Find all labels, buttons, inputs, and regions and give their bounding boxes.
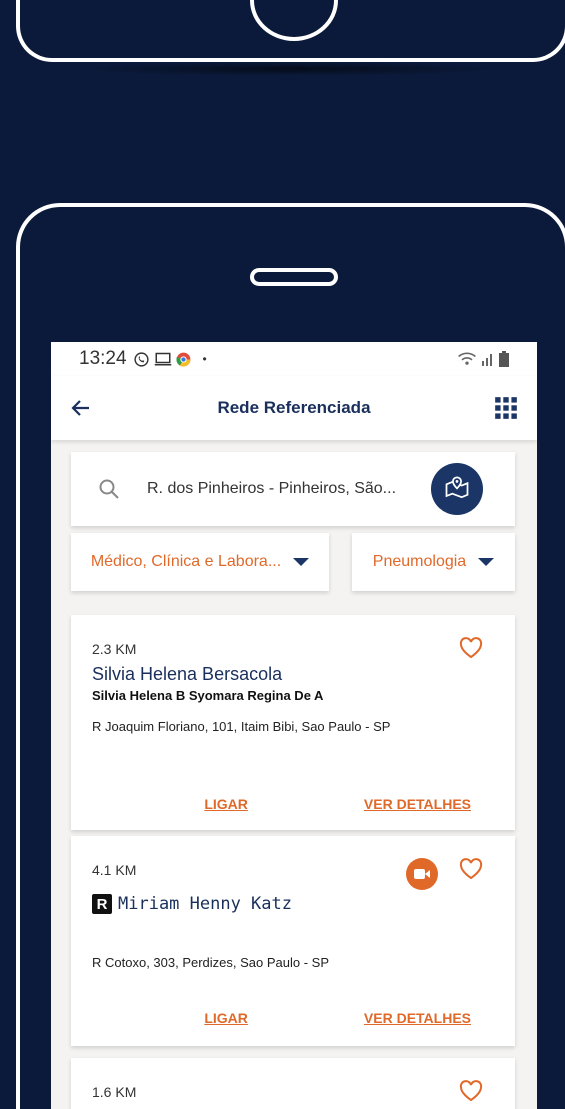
- device-shadow: [80, 62, 500, 76]
- card-actions: LIGAR VER DETALHES: [71, 796, 515, 812]
- device-speaker: [250, 268, 338, 286]
- status-bar: 13:24 •: [51, 342, 537, 376]
- status-time: 13:24: [79, 348, 127, 369]
- app-bar: Rede Referenciada: [51, 376, 537, 440]
- provider-address: R Cotoxo, 303, Perdizes, Sao Paulo - SP: [92, 955, 330, 970]
- filter-type-dropdown[interactable]: Médico, Clínica e Labora...: [71, 533, 329, 591]
- details-button[interactable]: VER DETALHES: [364, 1010, 471, 1026]
- video-icon: [414, 869, 430, 879]
- chrome-icon: [175, 352, 190, 367]
- battery-icon: [499, 351, 509, 367]
- wifi-icon: [458, 352, 476, 365]
- distance: 4.1 KM: [92, 862, 137, 878]
- search-input[interactable]: R. dos Pinheiros - Pinheiros, São...: [147, 480, 409, 498]
- provider-name: Silvia Helena Bersacola: [92, 664, 283, 684]
- whatsapp-icon: [133, 351, 149, 367]
- signal-icon: [482, 354, 492, 366]
- provider-subname: Silvia Helena B Syomara Regina De A: [92, 688, 324, 703]
- distance: 2.3 KM: [92, 641, 137, 657]
- provider-name-row: R Miriam Henny Katz: [92, 894, 292, 914]
- map-pin-icon: [445, 476, 469, 499]
- dropdown-arrow-icon: [478, 558, 495, 566]
- call-button[interactable]: LIGAR: [204, 796, 248, 812]
- heart-icon[interactable]: [459, 637, 483, 659]
- dot-icon: •: [202, 352, 207, 366]
- distance: 1.6 KM: [92, 1084, 137, 1100]
- result-card[interactable]: 2.3 KM Silvia Helena Bersacola Silvia He…: [71, 615, 515, 830]
- grid-icon[interactable]: [493, 395, 519, 421]
- call-button[interactable]: LIGAR: [204, 1010, 248, 1026]
- filter-specialty-dropdown[interactable]: Pneumologia: [352, 533, 515, 591]
- details-button[interactable]: VER DETALHES: [364, 796, 471, 812]
- heart-icon[interactable]: [459, 858, 483, 880]
- video-button[interactable]: [406, 858, 438, 890]
- filter-type-label: Médico, Clínica e Labora...: [90, 553, 282, 570]
- map-button[interactable]: [431, 463, 483, 515]
- r-badge-icon: R: [92, 894, 112, 914]
- back-arrow-icon[interactable]: [69, 396, 93, 420]
- filter-specialty-label: Pneumologia: [372, 553, 467, 570]
- result-card[interactable]: 1.6 KM: [71, 1058, 515, 1109]
- search-icon: [99, 479, 119, 499]
- heart-icon[interactable]: [459, 1080, 483, 1102]
- search-bar[interactable]: R. dos Pinheiros - Pinheiros, São...: [71, 452, 515, 526]
- provider-name: Miriam Henny Katz: [118, 894, 292, 914]
- cast-icon: [154, 352, 171, 365]
- provider-address: R Joaquim Floriano, 101, Itaim Bibi, Sao…: [92, 719, 391, 734]
- card-actions: LIGAR VER DETALHES: [71, 1010, 515, 1026]
- result-card[interactable]: 4.1 KM R Miriam Henny Katz R Cotoxo, 303…: [71, 836, 515, 1046]
- app-screen: 13:24 • Rede Referenciada R. dos Pinheir…: [51, 342, 537, 1109]
- dropdown-arrow-icon: [293, 558, 310, 566]
- page-title: Rede Referenciada: [217, 398, 371, 417]
